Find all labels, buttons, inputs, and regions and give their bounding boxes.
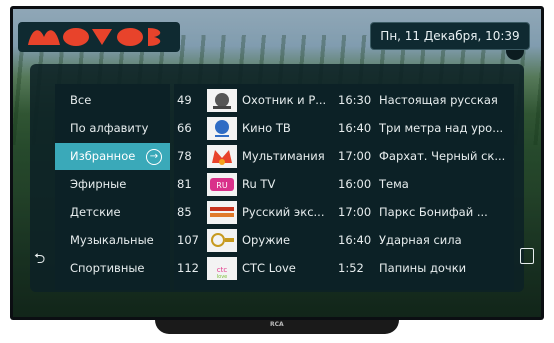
channel-row[interactable]: 81 RU Ru TV 16:00 Тема <box>174 171 514 198</box>
program-title: Папины дочки <box>379 261 467 275</box>
record-icon[interactable] <box>520 248 534 264</box>
program-title: Тема <box>379 177 409 191</box>
oruzhie-logo-icon <box>207 229 237 252</box>
category-broadcast[interactable]: Эфирные <box>55 171 170 198</box>
tv-brand-logo: RCA <box>270 321 284 328</box>
program-time: 1:52 <box>338 261 364 275</box>
kino-tv-logo-icon <box>207 117 237 140</box>
channel-name: СТС Love <box>242 261 296 275</box>
channel-row[interactable]: 112 ctc love СТС Love 1:52 Папины дочки <box>174 255 514 282</box>
program-title: Фархат. Черный ск... <box>379 149 506 163</box>
channel-number: 66 <box>177 121 192 135</box>
category-kids[interactable]: Детские <box>55 199 170 226</box>
russkiy-extreme-logo-icon <box>207 201 237 224</box>
channel-number: 107 <box>177 233 199 247</box>
program-time: 16:30 <box>338 93 372 107</box>
datetime-display: Пн, 11 Декабря, 10:39 <box>370 22 530 50</box>
program-time: 17:00 <box>338 205 372 219</box>
channel-name: Кино ТВ <box>242 121 291 135</box>
arrow-right-circle-icon: → <box>146 149 162 165</box>
category-list: Все По алфавиту Избранное → Эфирные Детск… <box>55 84 170 290</box>
category-alphabetical[interactable]: По алфавиту <box>55 115 170 142</box>
category-music[interactable]: Музыкальные <box>55 227 170 254</box>
back-arrow-icon[interactable]: ⮌ <box>34 248 45 272</box>
multimania-logo-icon <box>207 145 237 168</box>
channel-number: 81 <box>177 177 192 191</box>
svg-text:love: love <box>217 274 227 280</box>
movix-logo <box>18 22 180 52</box>
program-time: 17:00 <box>338 149 372 163</box>
channel-number: 49 <box>177 93 192 107</box>
channel-name: Русский экс... <box>242 205 325 219</box>
category-all[interactable]: Все <box>55 87 170 114</box>
hunter-fisher-logo-icon <box>207 89 237 112</box>
program-title: Ударная сила <box>379 233 462 247</box>
program-title: Настоящая русская <box>379 93 498 107</box>
program-time: 16:40 <box>338 233 372 247</box>
ctc-love-logo-icon: ctc love <box>207 257 237 280</box>
program-title: Паркс Бонифай ... <box>379 205 488 219</box>
channel-name: Охотник и Р... <box>242 93 327 107</box>
channel-name: Ru TV <box>242 177 276 191</box>
channel-row[interactable]: 107 Оружие 16:40 Ударная сила <box>174 227 514 254</box>
svg-text:ctc: ctc <box>217 266 228 274</box>
channel-name: Оружие <box>242 233 291 247</box>
ru-tv-logo-icon: RU <box>207 173 237 196</box>
program-time: 16:00 <box>338 177 372 191</box>
channel-row[interactable]: 85 Русский экс... 17:00 Паркс Бонифай ..… <box>174 199 514 226</box>
brand-logo-icon <box>28 28 161 46</box>
category-favorites[interactable]: Избранное → <box>55 143 170 170</box>
channel-number: 85 <box>177 205 192 219</box>
channel-list: 49 Охотник и Р... 16:30 Настоящая русска… <box>174 84 514 290</box>
program-title: Три метра над уро... <box>379 121 504 135</box>
program-time: 16:40 <box>338 121 372 135</box>
category-sports[interactable]: Спортивные <box>55 255 170 282</box>
channel-name: Мультимания <box>242 149 325 163</box>
channel-row[interactable]: 66 Кино ТВ 16:40 Три метра над уро... <box>174 115 514 142</box>
channel-number: 112 <box>177 261 199 275</box>
svg-text:RU: RU <box>216 181 228 190</box>
channel-row[interactable]: 78 Мультимания 17:00 Фархат. Черный ск..… <box>174 143 514 170</box>
channel-number: 78 <box>177 149 192 163</box>
channel-row[interactable]: 49 Охотник и Р... 16:30 Настоящая русска… <box>174 87 514 114</box>
